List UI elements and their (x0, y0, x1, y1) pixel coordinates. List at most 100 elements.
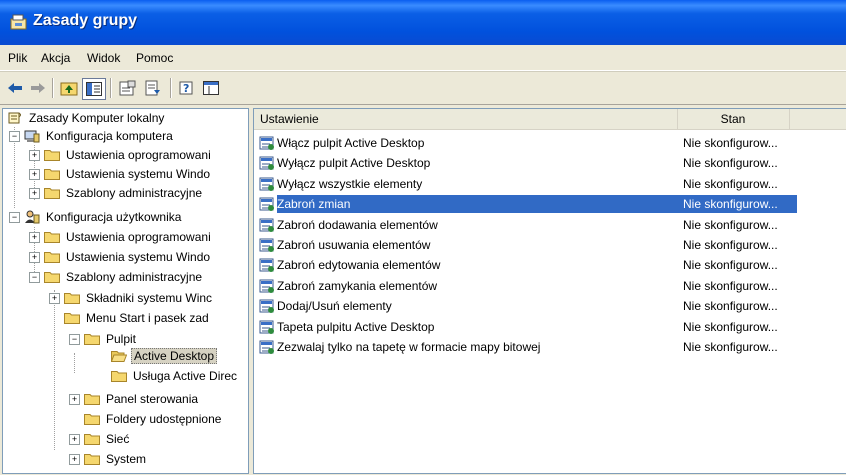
title-bar[interactable]: Zasady grupy (0, 0, 846, 45)
tree-label: Szablony administracyjne (66, 186, 203, 200)
collapse-icon[interactable]: − (9, 131, 20, 142)
setting-name: Włącz pulpit Active Desktop (277, 136, 425, 150)
tree-node-root[interactable]: Zasady Komputer lokalny (7, 109, 166, 127)
folder-icon (44, 232, 60, 243)
setting-name: Zabroń dodawania elementów (277, 217, 438, 232)
expand-icon[interactable]: + (29, 252, 40, 263)
user-icon (25, 210, 40, 224)
up-folder-icon[interactable] (58, 78, 80, 98)
tree-node-windows-settings[interactable]: Ustawienia systemu Windo (44, 165, 212, 183)
setting-row[interactable]: Zabroń edytowania elementów Nie skonfigur… (254, 255, 846, 275)
back-arrow-icon[interactable] (4, 78, 26, 98)
settings-list-pane[interactable]: Ustawienie Stan Włącz pulpit Active Desk… (253, 108, 846, 474)
tree-label: System (106, 452, 147, 466)
forward-arrow-icon[interactable] (27, 78, 49, 98)
setting-state: Nie skonfigurow... (683, 258, 778, 273)
tree-node-admin-templates[interactable]: Szablony administracyjne (44, 268, 204, 286)
setting-row[interactable]: Zabroń zmian Nie skonfigurow... (254, 194, 846, 214)
folder-icon (84, 414, 100, 425)
tree-node-windows-components[interactable]: Składniki systemu Winc (64, 289, 214, 307)
tree-node-system[interactable]: System (84, 450, 148, 468)
policy-setting-icon (259, 197, 274, 212)
tree-node-admin-templates[interactable]: Szablony administracyjne (44, 184, 204, 202)
menu-pomoc[interactable]: Pomoc (136, 51, 173, 65)
menu-plik[interactable]: Plik (8, 51, 27, 65)
setting-row[interactable]: Tapeta pulpitu Active Desktop Nie skonfig… (254, 317, 846, 337)
expand-icon[interactable]: + (69, 434, 80, 445)
column-header-state[interactable]: Stan (677, 109, 790, 129)
tree-node-network[interactable]: Sieć (84, 430, 131, 448)
expand-icon[interactable]: + (69, 394, 80, 405)
tree-node-software-settings[interactable]: Ustawienia oprogramowani (44, 146, 213, 164)
tree-label: Ustawienia systemu Windo (66, 167, 211, 181)
show-console-icon[interactable] (200, 78, 222, 98)
expand-icon[interactable]: + (29, 232, 40, 243)
policy-setting-icon (259, 279, 274, 293)
expand-icon[interactable]: + (49, 293, 60, 304)
tree-node-active-desktop[interactable]: Active Desktop (111, 347, 218, 365)
tree-label: Active Desktop (131, 348, 218, 364)
expand-icon[interactable]: + (29, 169, 40, 180)
setting-name: Zabroń zmian (277, 197, 351, 212)
collapse-icon[interactable]: − (9, 212, 20, 223)
folder-icon (44, 169, 60, 180)
tree-node-windows-settings[interactable]: Ustawienia systemu Windo (44, 248, 212, 266)
toolbar: ? (0, 71, 846, 105)
setting-row[interactable]: Wyłącz wszystkie elementy Nie skonfigurow… (254, 174, 846, 194)
tree-node-software-settings[interactable]: Ustawienia oprogramowani (44, 228, 213, 246)
setting-name: Wyłącz wszystkie elementy (277, 176, 423, 191)
setting-row[interactable]: Zezwalaj tylko na tapetę w formacie mapy… (254, 337, 846, 357)
group-policy-window: Zasady grupy Plik Akcja Widok Pomoc ? Za… (0, 0, 846, 475)
tree-label: Składniki systemu Winc (86, 291, 213, 305)
expand-icon[interactable]: + (29, 188, 40, 199)
tree-node-control-panel[interactable]: Panel sterowania (84, 390, 200, 408)
folder-icon (44, 150, 60, 161)
expand-icon[interactable]: + (29, 150, 40, 161)
setting-row[interactable]: Dodaj/Usuń elementy Nie skonfigurow... (254, 296, 846, 316)
setting-row[interactable]: Zabroń usuwania elementów Nie skonfigurow… (254, 235, 846, 255)
window-title: Zasady grupy (33, 12, 138, 29)
menu-akcja[interactable]: Akcja (41, 51, 70, 65)
tree-label: Szablony administracyjne (66, 270, 203, 284)
collapse-icon[interactable]: − (69, 334, 80, 345)
menu-widok[interactable]: Widok (87, 51, 120, 65)
collapse-icon[interactable]: − (29, 272, 40, 283)
setting-row[interactable]: Zabroń zamykania elementów Nie skonfiguro… (254, 276, 846, 296)
tree-label: Zasady Komputer lokalny (29, 111, 165, 125)
tree-pane[interactable]: Zasady Komputer lokalny − Konfiguracja k… (2, 108, 249, 474)
setting-name: Zabroń zamykania elementów (277, 278, 438, 293)
help-icon[interactable]: ? (176, 78, 198, 98)
folder-icon (44, 188, 60, 199)
tree-line (54, 290, 55, 450)
tree-label: Ustawienia systemu Windo (66, 250, 211, 264)
properties-icon[interactable] (117, 78, 139, 98)
menu-bar: Plik Akcja Widok Pomoc (0, 45, 846, 71)
open-folder-icon (111, 351, 127, 362)
policy-setting-icon (259, 340, 274, 354)
tree-node-shared-folders[interactable]: Foldery udostępnione (84, 410, 223, 428)
setting-state: Nie skonfigurow... (683, 340, 778, 354)
tree-label: Pulpit (106, 332, 137, 346)
policy-setting-icon (259, 156, 274, 171)
setting-state: Nie skonfigurow... (683, 176, 778, 191)
setting-row[interactable]: Włącz pulpit Active Desktop Nie skonfigur… (254, 133, 846, 153)
tree-label: Menu Start i pasek zad (86, 311, 209, 325)
tree-node-desktop[interactable]: Pulpit (84, 330, 138, 348)
setting-state: Nie skonfigurow... (683, 217, 778, 232)
folder-icon (64, 293, 80, 304)
setting-name: Dodaj/Usuń elementy (277, 299, 392, 314)
column-header-setting[interactable]: Ustawienie (254, 109, 678, 129)
show-tree-icon[interactable] (82, 78, 106, 100)
setting-row[interactable]: Zabroń dodawania elementów Nie skonfiguro… (254, 215, 846, 235)
computer-icon (24, 130, 40, 143)
tree-node-start-menu[interactable]: Menu Start i pasek zad (64, 309, 211, 327)
tree-node-computer-config[interactable]: Konfiguracja komputera (24, 127, 175, 145)
expand-icon[interactable]: + (69, 454, 80, 465)
folder-icon (84, 394, 100, 405)
setting-row[interactable]: Wyłącz pulpit Active Desktop Nie skonfigu… (254, 153, 846, 173)
tree-node-user-config[interactable]: Konfiguracja użytkownika (24, 208, 183, 226)
tree-label: Konfiguracja komputera (46, 129, 173, 143)
tree-node-active-directory[interactable]: Usługa Active Direc (111, 367, 239, 385)
setting-name: Zezwalaj tylko na tapetę w formacie mapy… (277, 340, 541, 354)
export-list-icon[interactable] (142, 78, 164, 98)
